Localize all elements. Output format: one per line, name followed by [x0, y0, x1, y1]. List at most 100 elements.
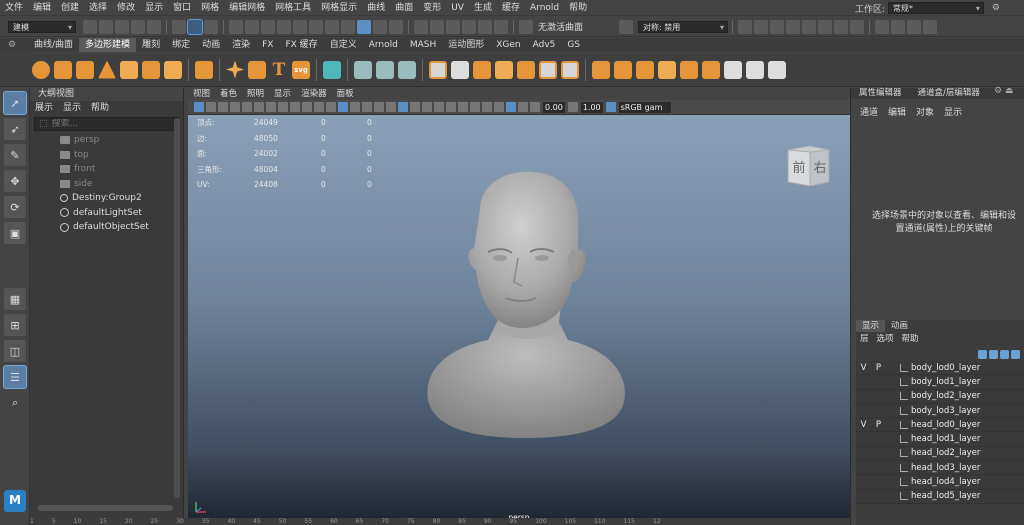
layer-row[interactable]: V Pbody_lod0_layer [856, 361, 1024, 376]
outliner-item[interactable]: defaultObjectSet [30, 220, 183, 235]
shelf-tab-motion-graphics[interactable]: 运动图形 [442, 38, 490, 52]
shelf-tab-animation[interactable]: 动画 [196, 38, 226, 52]
isolate-icon[interactable] [494, 102, 504, 112]
view-cube-front-label[interactable]: 前 [792, 160, 805, 176]
xray-joints-icon[interactable] [506, 102, 516, 112]
screen-space-ao-icon[interactable] [446, 102, 456, 112]
shelf-tab-xgen[interactable]: XGen [490, 38, 526, 52]
menu-deform[interactable]: 变形 [418, 0, 446, 16]
shelf-tab-fx[interactable]: FX [256, 38, 279, 52]
menu-curves[interactable]: 曲线 [362, 0, 390, 16]
workspace-settings-icon[interactable]: ⚙ [992, 3, 1000, 13]
pick-curves-icon[interactable] [277, 19, 291, 34]
viewport-menu-panels[interactable]: 面板 [332, 88, 359, 100]
smooth-icon[interactable] [473, 60, 491, 79]
field-chart-icon[interactable] [314, 102, 324, 112]
pick-render-icon[interactable] [341, 19, 355, 34]
menu-help[interactable]: 帮助 [564, 0, 592, 16]
snap-view-plane-icon[interactable] [462, 19, 476, 34]
default-material-icon[interactable] [386, 102, 396, 112]
svg-tool-icon[interactable]: svg [292, 60, 310, 79]
layer-menu-layers[interactable]: 层 [856, 332, 873, 347]
select-object-icon[interactable] [187, 18, 203, 35]
single-perspective-layout-icon[interactable]: ▦ [4, 288, 26, 310]
menu-mesh[interactable]: 网格 [196, 0, 224, 16]
quad-draw-icon[interactable] [724, 60, 742, 79]
shelf-tab-fx-caching[interactable]: FX 缓存 [279, 38, 323, 52]
motion-blur-icon[interactable] [458, 102, 468, 112]
shelf-tab-adv5[interactable]: Adv5 [527, 38, 562, 52]
shelf-tab-curves-surfaces[interactable]: 曲线/曲面 [28, 38, 79, 52]
menu-generate[interactable]: 生成 [469, 0, 497, 16]
outliner-horizontal-scrollbar[interactable] [38, 505, 173, 511]
platonic-solid-icon[interactable] [195, 60, 213, 79]
poly-cube-icon[interactable] [54, 60, 72, 79]
outliner-layout-icon[interactable]: ☰ [3, 365, 27, 389]
pick-joints-icon[interactable] [261, 19, 275, 34]
tab-attribute-editor[interactable]: 属性编辑器 [851, 88, 910, 99]
shelf-tab-mash[interactable]: MASH [404, 38, 442, 52]
paint-select-tool-icon[interactable]: ✎ [4, 144, 26, 166]
two-d-pan-zoom-icon[interactable] [242, 102, 252, 112]
menu-select[interactable]: 选择 [84, 0, 112, 16]
view-cube[interactable]: 前 右 [785, 144, 831, 186]
shelf-tab-custom[interactable]: 自定义 [324, 38, 363, 52]
redo-icon[interactable] [147, 19, 161, 34]
render-frame-icon[interactable] [770, 19, 784, 34]
snap-curve-icon[interactable] [430, 19, 444, 34]
connect-icon[interactable] [702, 60, 720, 79]
outliner-item[interactable]: side [30, 177, 183, 192]
super-shape-icon[interactable] [226, 60, 244, 79]
render-view-icon[interactable] [754, 19, 768, 34]
panel-toggle-icons[interactable]: ⚙ ⏏ [994, 86, 1020, 100]
lasso-tool-icon[interactable]: ➶ [4, 118, 26, 140]
menu-display[interactable]: 显示 [140, 0, 168, 16]
layer-menu-options[interactable]: 选项 [873, 332, 898, 347]
grid-icon[interactable] [266, 102, 276, 112]
move-layer-down-icon[interactable] [989, 349, 998, 359]
poly-cone-icon[interactable] [98, 60, 116, 79]
search-icon[interactable]: ⌕ [4, 392, 26, 414]
viewport-menu-shading[interactable]: 着色 [215, 88, 242, 100]
boolean-union-icon[interactable] [495, 60, 513, 79]
exposure-field[interactable]: 0.00 [543, 101, 565, 113]
shadows-icon[interactable] [434, 102, 444, 112]
outliner-item[interactable]: top [30, 148, 183, 163]
film-gate-icon[interactable] [278, 102, 288, 112]
move-layer-up-icon[interactable] [978, 349, 987, 359]
menu-edit[interactable]: 编辑 [28, 0, 56, 16]
shelf-tab-rigging[interactable]: 绑定 [166, 38, 196, 52]
toggle-tool-settings-icon[interactable] [907, 19, 921, 34]
live-surface-label[interactable]: 无激活曲面 [538, 20, 618, 33]
anti-aliasing-icon[interactable] [470, 102, 480, 112]
grease-pencil-icon[interactable] [254, 102, 264, 112]
menu-arnold[interactable]: Arnold [525, 0, 564, 16]
outliner-item[interactable]: front [30, 162, 183, 177]
viewport-menu-view[interactable]: 视图 [188, 88, 215, 100]
move-tool-icon[interactable]: ✥ [4, 170, 26, 192]
layer-row[interactable]: body_lod3_layer [856, 403, 1024, 419]
exposure-icon[interactable] [530, 102, 540, 112]
pick-handles-icon[interactable] [245, 19, 259, 34]
channel-menu-channels[interactable]: 通道 [855, 105, 883, 118]
shelf-settings-icon[interactable]: ⚙ [8, 40, 16, 50]
menu-cache[interactable]: 缓存 [497, 0, 525, 16]
wireframe-on-shaded-icon[interactable] [398, 102, 408, 112]
toggle-channel-box-icon[interactable] [923, 19, 937, 34]
bevel-icon[interactable] [636, 60, 654, 79]
layer-row[interactable]: head_lod5_layer [856, 489, 1024, 504]
remesh-icon[interactable] [561, 60, 579, 79]
snap-align-icon[interactable] [376, 60, 394, 79]
snap-grid-icon[interactable] [414, 19, 428, 34]
combine-icon[interactable] [429, 60, 447, 79]
two-panel-layout-icon[interactable]: ◫ [4, 340, 26, 362]
view-transform-field[interactable]: sRGB gam [618, 101, 671, 113]
image-plane-icon[interactable] [230, 102, 240, 112]
tab-channel-box[interactable]: 通道盒/层编辑器 [910, 88, 988, 99]
sweep-mesh-icon[interactable] [248, 60, 266, 79]
shelf-tab-arnold[interactable]: Arnold [363, 38, 404, 52]
layer-row[interactable]: body_lod2_layer [856, 389, 1024, 404]
pick-dynamics-icon[interactable] [325, 19, 339, 34]
menu-set-dropdown[interactable]: 建模 [8, 20, 76, 33]
shelf-tab-sculpting[interactable]: 雕刻 [136, 38, 166, 52]
